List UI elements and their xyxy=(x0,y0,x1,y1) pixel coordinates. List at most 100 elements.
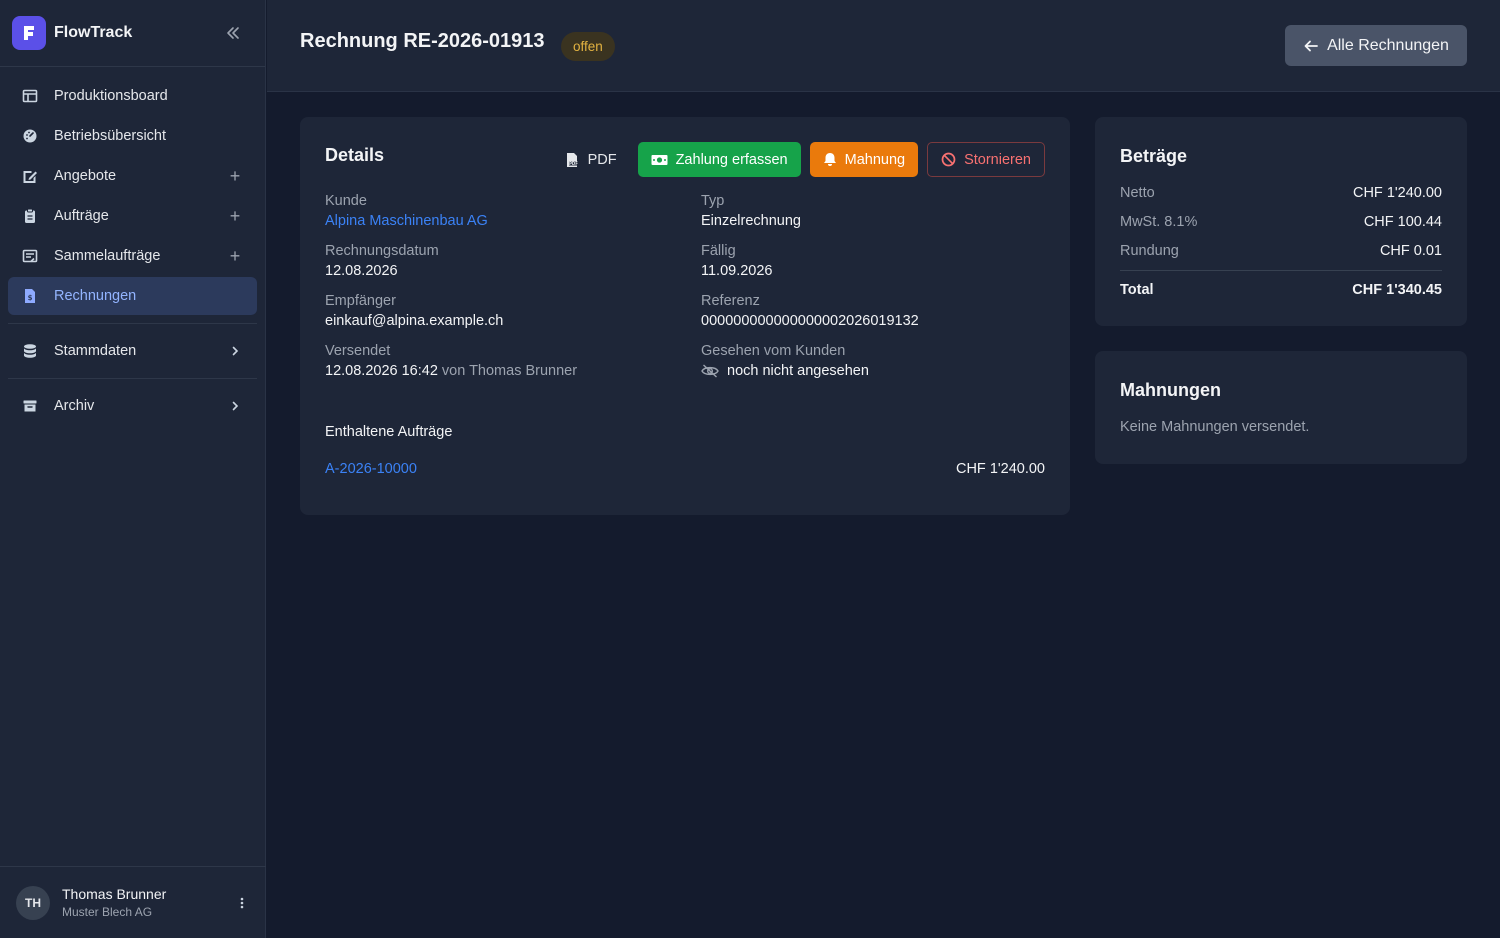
pdf-file-icon: PDF xyxy=(566,152,578,167)
bell-icon xyxy=(823,153,836,166)
pdf-label: PDF xyxy=(587,151,617,168)
sidebar-item-archiv[interactable]: Archiv xyxy=(8,387,257,425)
order-link[interactable]: A-2026-10000 xyxy=(325,461,417,477)
field-value: noch nicht angesehen xyxy=(701,363,1045,379)
sidebar-item-label: Aufträge xyxy=(54,208,109,224)
field-label: Versendet xyxy=(325,343,391,359)
add-angebot-icon[interactable]: + xyxy=(225,166,245,186)
ban-icon xyxy=(941,152,956,167)
amount-row-total: Total CHF 1'340.45 xyxy=(1120,282,1442,298)
amounts-title: Beträge xyxy=(1120,146,1188,166)
dashboard-icon xyxy=(20,126,40,146)
dunning-card: Mahnungen Keine Mahnungen versendet. xyxy=(1095,351,1467,464)
field-label: Fällig xyxy=(701,243,736,259)
eye-slash-icon xyxy=(701,364,719,378)
edit-document-icon xyxy=(20,166,40,186)
board-icon xyxy=(20,86,40,106)
sidebar-item-betriebsuebersicht[interactable]: Betriebsübersicht xyxy=(8,117,257,155)
sidebar-item-label: Sammelaufträge xyxy=(54,248,161,264)
amount-value: CHF 1'240.00 xyxy=(1352,185,1442,201)
amount-label: Rundung xyxy=(1120,243,1179,259)
field-value: Einzelrechnung xyxy=(701,213,801,229)
field-type: Typ Einzelrechnung xyxy=(701,193,1045,229)
dunning-empty-text: Keine Mahnungen versendet. xyxy=(1120,419,1310,435)
list-item: A-2026-10000 CHF 1'240.00 xyxy=(325,461,1045,477)
cash-icon xyxy=(651,154,668,165)
clipboard-icon xyxy=(20,206,40,226)
user-name: Thomas Brunner xyxy=(62,886,167,902)
amounts-divider xyxy=(1120,270,1442,271)
sidebar-item-auftraege[interactable]: Aufträge + xyxy=(8,197,257,235)
sent-by: von Thomas Brunner xyxy=(441,363,578,379)
field-label: Gesehen vom Kunden xyxy=(701,343,846,359)
cancel-invoice-label: Stornieren xyxy=(964,151,1031,168)
amount-label: Total xyxy=(1120,282,1154,298)
amount-row-net: Netto CHF 1'240.00 xyxy=(1120,185,1442,201)
field-reference: Referenz 000000000000000002026019132 xyxy=(701,293,1045,329)
page-header: Rechnung RE-2026-01913 offen Alle Rechnu… xyxy=(267,0,1500,92)
svg-text:$: $ xyxy=(28,294,33,302)
status-badge: offen xyxy=(561,32,615,61)
sidebar-item-label: Betriebsübersicht xyxy=(54,128,167,144)
field-customer: Kunde Alpina Maschinenbau AG xyxy=(325,193,701,229)
sidebar-item-label: Angebote xyxy=(54,168,117,184)
sidebar-item-stammdaten[interactable]: Stammdaten xyxy=(8,332,257,370)
user-company: Muster Blech AG xyxy=(62,905,153,919)
invoice-fields: Kunde Alpina Maschinenbau AG Typ Einzelr… xyxy=(325,193,1045,379)
collection-icon xyxy=(20,246,40,266)
amount-value: CHF 0.01 xyxy=(1379,243,1442,259)
pdf-button[interactable]: PDF PDF xyxy=(552,142,629,177)
cancel-invoice-button[interactable]: Stornieren xyxy=(927,142,1045,177)
amount-label: MwSt. 8.1% xyxy=(1120,214,1198,230)
record-payment-button[interactable]: Zahlung erfassen xyxy=(637,142,801,177)
field-value: 000000000000000002026019132 xyxy=(701,313,919,329)
sidebar-item-rechnungen[interactable]: $ Rechnungen xyxy=(8,277,257,315)
add-sammelauftrag-icon[interactable]: + xyxy=(225,246,245,266)
user-menu-icon[interactable] xyxy=(234,893,250,913)
sent-datetime: 12.08.2026 16:42 xyxy=(325,363,438,379)
details-card: Details PDF PDF Zahlung erfassen Mahnung… xyxy=(300,117,1070,515)
customer-link[interactable]: Alpina Maschinenbau AG xyxy=(325,213,701,229)
sidebar-item-angebote[interactable]: Angebote + xyxy=(8,157,257,195)
sidebar-nav: Produktionsboard Betriebsübersicht Angeb… xyxy=(0,67,265,425)
add-auftrag-icon[interactable]: + xyxy=(225,206,245,226)
field-value: einkauf@alpina.example.ch xyxy=(325,313,504,329)
chevron-right-icon xyxy=(225,341,245,361)
seen-status: noch nicht angesehen xyxy=(727,363,869,379)
order-amount: CHF 1'240.00 xyxy=(955,461,1045,477)
avatar[interactable]: TH xyxy=(16,885,50,920)
sidebar-item-label: Produktionsboard xyxy=(54,88,168,104)
collapse-sidebar-icon[interactable] xyxy=(221,21,245,45)
arrow-left-icon xyxy=(1304,40,1318,51)
field-value: 12.08.2026 16:42 von Thomas Brunner xyxy=(325,363,701,379)
sidebar-item-label: Stammdaten xyxy=(54,343,137,359)
brand: FlowTrack xyxy=(0,0,265,67)
flowtrack-logo-icon xyxy=(12,16,46,50)
sidebar-item-sammelauftraege[interactable]: Sammelaufträge + xyxy=(8,237,257,275)
dunning-title: Mahnungen xyxy=(1120,380,1221,400)
field-due: Fällig 11.09.2026 xyxy=(701,243,1045,279)
field-label: Referenz xyxy=(701,293,760,309)
field-sent: Versendet 12.08.2026 16:42 von Thomas Br… xyxy=(325,343,701,379)
sidebar-item-produktionsboard[interactable]: Produktionsboard xyxy=(8,77,257,115)
user-profile: TH Thomas Brunner Muster Blech AG xyxy=(0,866,266,938)
details-title: Details xyxy=(325,145,385,165)
field-seen: Gesehen vom Kunden noch nicht angesehen xyxy=(701,343,1045,379)
all-invoices-button[interactable]: Alle Rechnungen xyxy=(1285,25,1467,66)
field-recipient: Empfänger einkauf@alpina.example.ch xyxy=(325,293,701,329)
field-value: 12.08.2026 xyxy=(325,263,398,279)
amounts-card: Beträge Netto CHF 1'240.00 MwSt. 8.1% CH… xyxy=(1095,117,1467,326)
dunning-button[interactable]: Mahnung xyxy=(809,142,919,177)
record-payment-label: Zahlung erfassen xyxy=(675,151,788,168)
field-label: Rechnungsdatum xyxy=(325,243,439,259)
chevron-right-icon xyxy=(225,396,245,416)
field-invoice-date: Rechnungsdatum 12.08.2026 xyxy=(325,243,701,279)
field-label: Typ xyxy=(701,193,725,209)
amount-value: CHF 1'340.45 xyxy=(1352,282,1442,298)
amount-value: CHF 100.44 xyxy=(1363,214,1442,230)
svg-text:PDF: PDF xyxy=(569,160,578,165)
invoice-actions: PDF PDF Zahlung erfassen Mahnung Stornie… xyxy=(552,142,1045,177)
page-title: Rechnung RE-2026-01913 xyxy=(300,30,545,52)
sidebar-item-label: Rechnungen xyxy=(54,288,137,304)
amount-label: Netto xyxy=(1120,185,1155,201)
